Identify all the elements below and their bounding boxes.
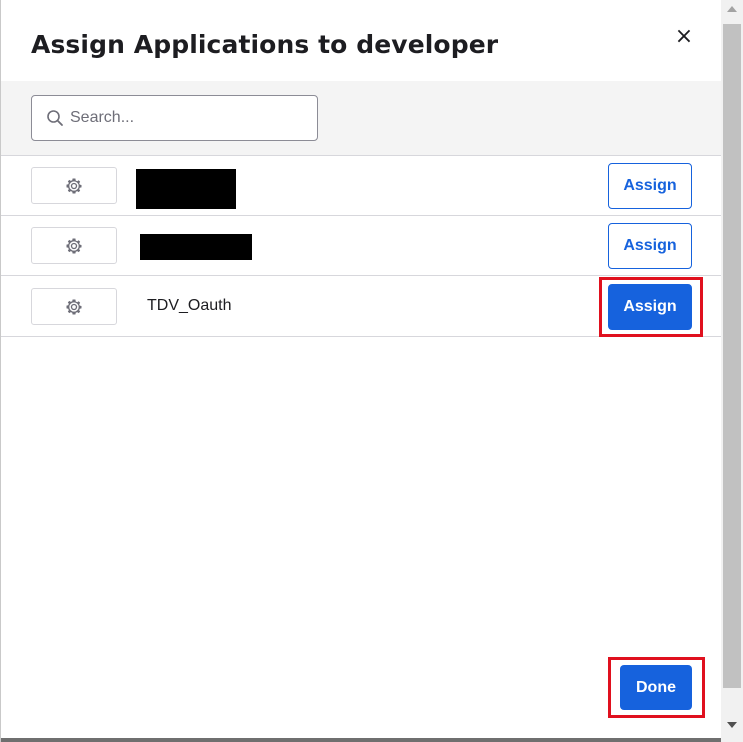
vertical-scrollbar[interactable] (721, 0, 743, 742)
app-settings-button[interactable] (31, 288, 117, 325)
assign-button[interactable]: Assign (608, 284, 692, 330)
assign-applications-dialog: Assign Applications to developer × Assig… (0, 0, 722, 742)
close-button[interactable]: × (671, 24, 697, 50)
scroll-thumb[interactable] (723, 24, 741, 688)
app-settings-button[interactable] (31, 167, 117, 204)
done-button[interactable]: Done (620, 665, 692, 710)
app-name: TDV_Oauth (147, 297, 232, 314)
scroll-up-icon[interactable] (727, 6, 737, 12)
close-icon: × (674, 24, 694, 49)
window-bottom-edge (1, 738, 722, 742)
redacted-app-name (136, 169, 236, 209)
search-icon (47, 110, 63, 126)
redacted-app-name (140, 234, 252, 260)
scroll-down-icon[interactable] (727, 722, 737, 728)
dialog-header: Assign Applications to developer × (1, 0, 722, 81)
app-row: Assign (1, 156, 722, 216)
search-box[interactable] (31, 95, 318, 141)
app-row: Assign (1, 216, 722, 276)
search-input[interactable] (70, 97, 310, 139)
app-settings-button[interactable] (31, 227, 117, 264)
assign-button[interactable]: Assign (608, 163, 692, 209)
gear-icon (66, 238, 82, 253)
dialog-title: Assign Applications to developer (31, 30, 499, 59)
gear-icon (66, 178, 82, 193)
app-row: TDV_Oauth Assign (1, 276, 722, 337)
gear-icon (66, 299, 82, 314)
search-bar (1, 81, 722, 156)
assign-button[interactable]: Assign (608, 223, 692, 269)
